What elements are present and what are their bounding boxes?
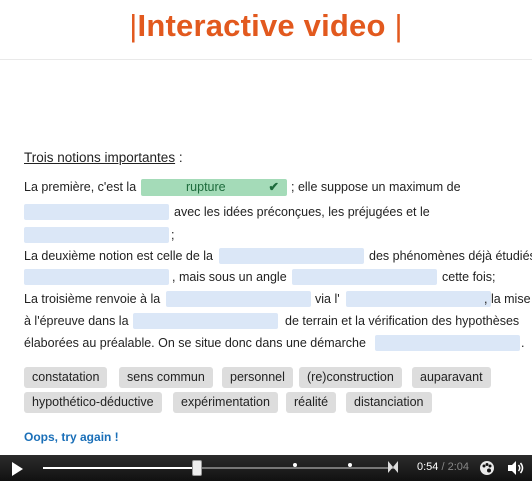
exercise-line-6: La troisième renvoie à la <box>24 289 160 309</box>
line1-text-a: La première, c'est la <box>24 180 137 194</box>
word-chip[interactable]: auparavant <box>412 367 491 388</box>
blank-1-correct[interactable]: rupture ✔ <box>141 179 287 196</box>
exercise-heading: Trois notions importantes : <box>24 150 183 165</box>
line8-text-a: élaborées au préalable. On se situe donc… <box>24 336 366 350</box>
line3-text: ; <box>171 228 175 242</box>
blank-1-answer: rupture <box>186 180 226 194</box>
exercise-line-5b: cette fois; <box>442 267 496 287</box>
word-chip[interactable]: constatation <box>24 367 108 388</box>
blank-5-input[interactable] <box>24 269 169 285</box>
blank-10-input[interactable] <box>375 335 520 351</box>
title-suffix: | <box>394 8 403 43</box>
feedback-message: Oops, try again ! <box>24 430 119 444</box>
seek-bar[interactable] <box>43 460 398 476</box>
title-prefix: | <box>129 8 138 43</box>
video-controls: 0:54 / 2:04 <box>0 455 532 481</box>
current-time: 0:54 <box>417 461 439 473</box>
word-chip[interactable]: distanciation <box>346 392 432 413</box>
time-display: 0:54 / 2:04 <box>417 461 469 473</box>
exercise-line-1: La première, c'est la <box>24 177 136 197</box>
play-icon[interactable] <box>12 462 23 476</box>
line6-text-c: , la mise <box>484 292 531 306</box>
exercise-heading-text: Trois notions importantes <box>24 150 176 165</box>
bookmark-icon[interactable] <box>388 461 398 473</box>
line6-text-b: via l' <box>315 292 340 306</box>
word-chip[interactable]: personnel <box>222 367 293 388</box>
interactive-video-frame: |Interactive video | Trois notions impor… <box>0 0 532 481</box>
blank-8-input[interactable] <box>346 291 491 307</box>
word-chip[interactable]: réalité <box>286 392 337 413</box>
title-text: Interactive video <box>137 8 386 43</box>
settings-icon[interactable] <box>479 460 495 476</box>
title-divider <box>0 59 532 60</box>
check-icon: ✔ <box>268 180 279 194</box>
line2-text: avec les idées préconçues, les préjugées… <box>174 205 430 219</box>
exercise-line-4: La deuxième notion est celle de la <box>24 246 213 266</box>
spacer <box>0 445 532 455</box>
exercise-line-6b: via l' <box>315 289 340 309</box>
blank-7-input[interactable] <box>166 291 311 307</box>
exercise-line-3: ; <box>171 225 174 245</box>
word-chip[interactable]: expérimentation <box>173 392 278 413</box>
line7-text-b: de terrain et la vérification des hypoth… <box>285 314 520 328</box>
line4-text-b: des phénomènes déjà étudiés <box>369 249 532 263</box>
line5-text-b: cette fois; <box>442 270 496 284</box>
time-separator: / <box>438 461 448 473</box>
exercise-line-5a: , mais sous un angle <box>172 267 287 287</box>
word-chip[interactable]: sens commun <box>119 367 213 388</box>
line4-text-a: La deuxième notion est celle de la <box>24 249 214 263</box>
line8-text-b: . <box>521 336 525 350</box>
page-title: |Interactive video | <box>0 8 532 44</box>
exercise-line-8: élaborées au préalable. On se situe donc… <box>24 333 366 353</box>
exercise-line-6c: , la mise <box>484 289 532 309</box>
seek-marker[interactable] <box>348 463 352 467</box>
seek-thumb[interactable] <box>191 460 202 476</box>
exercise-line-7b: de terrain et la vérification des hypoth… <box>285 311 519 331</box>
blank-6-input[interactable] <box>292 269 437 285</box>
line5-text-a: , mais sous un angle <box>172 270 287 284</box>
seek-progress <box>43 467 196 469</box>
exercise-heading-colon: : <box>175 150 183 165</box>
line1-text-b: ; elle suppose un maximum de <box>291 180 461 194</box>
exercise-line-7: à l'épreuve dans la <box>24 311 129 331</box>
blank-2-input[interactable] <box>24 204 169 220</box>
blank-3-input[interactable] <box>24 227 169 243</box>
seek-marker[interactable] <box>293 463 297 467</box>
line6-text-a: La troisième renvoie à la <box>24 292 161 306</box>
blank-9-input[interactable] <box>133 313 278 329</box>
line7-text-a: à l'épreuve dans la <box>24 314 129 328</box>
exercise-line-1b: ; elle suppose un maximum de <box>291 177 461 197</box>
word-chip[interactable]: (re)construction <box>299 367 402 388</box>
exercise-line-2: avec les idées préconçues, les préjugées… <box>174 202 430 222</box>
blank-4-input[interactable] <box>219 248 364 264</box>
exercise-line-4b: des phénomènes déjà étudiés <box>369 246 532 266</box>
volume-icon[interactable] <box>507 460 525 476</box>
word-chip[interactable]: hypothético-déductive <box>24 392 162 413</box>
exercise-line-8b: . <box>521 333 524 353</box>
total-time: 2:04 <box>447 461 470 473</box>
